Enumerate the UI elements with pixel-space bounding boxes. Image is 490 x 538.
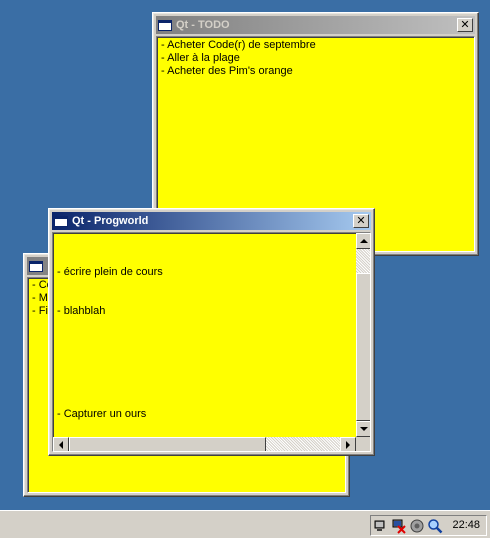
clock[interactable]: 22:48	[452, 519, 480, 531]
progworld-window[interactable]: Qt - Progworld ✕ - écrire plein de cours…	[48, 208, 375, 456]
arrow-left-icon	[59, 441, 63, 449]
window-icon	[29, 260, 43, 272]
volume-icon[interactable]	[409, 518, 425, 534]
search-icon[interactable]	[427, 518, 443, 534]
network-disconnected-icon[interactable]	[391, 518, 407, 534]
progworld-titlebar[interactable]: Qt - Progworld ✕	[52, 212, 371, 230]
size-grip[interactable]	[356, 437, 370, 451]
taskbar: 22:48	[0, 510, 490, 538]
window-icon	[54, 215, 68, 227]
todo-title: Qt - TODO	[176, 19, 230, 31]
window-icon	[158, 19, 172, 31]
close-icon[interactable]: ✕	[353, 214, 369, 228]
todo-line: - Aller à la plage	[161, 52, 240, 64]
horizontal-scroll-thumb[interactable]	[69, 437, 266, 451]
close-icon[interactable]: ✕	[457, 18, 473, 32]
todo-line: - Acheter Code(r) de septembre	[161, 39, 316, 51]
todo-titlebar[interactable]: Qt - TODO ✕	[156, 16, 475, 34]
arrow-up-icon	[360, 239, 368, 243]
progworld-line: - blahblah	[57, 305, 106, 317]
network-icon[interactable]	[374, 518, 390, 534]
vertical-scroll-thumb[interactable]	[356, 273, 370, 421]
progworld-line: - Capturer un ours	[57, 408, 147, 420]
progworld-line: - écrire plein de cours	[57, 266, 163, 278]
system-tray: 22:48	[370, 515, 487, 536]
scroll-down-button[interactable]	[356, 421, 370, 437]
scroll-up-button[interactable]	[356, 233, 370, 249]
progworld-title: Qt - Progworld	[72, 215, 149, 227]
scroll-right-button[interactable]	[340, 437, 356, 451]
progworld-text-area[interactable]: - écrire plein de cours - blahblah - Cap…	[52, 232, 371, 452]
scroll-left-button[interactable]	[53, 437, 69, 451]
todo-line: - Acheter des Pim's orange	[161, 65, 293, 77]
arrow-right-icon	[346, 441, 350, 449]
arrow-down-icon	[360, 427, 368, 431]
